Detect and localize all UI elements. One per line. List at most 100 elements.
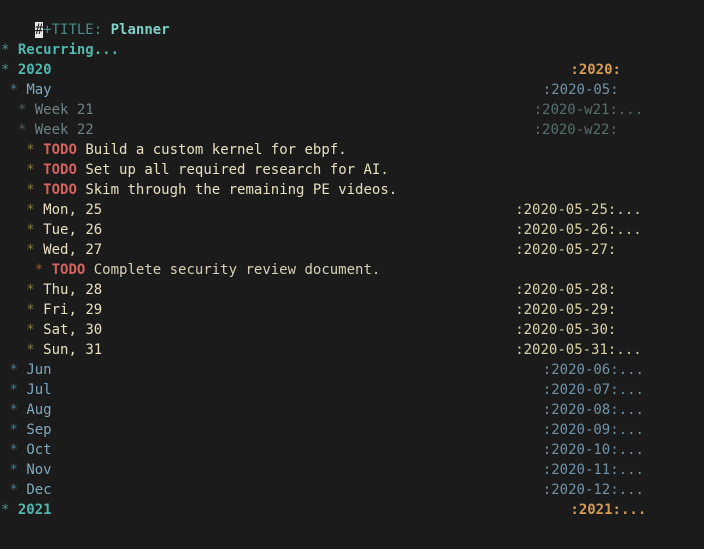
heading-bullet-icon[interactable]: * xyxy=(9,82,17,98)
bullet-space xyxy=(26,122,34,138)
todo-keyword[interactable]: TODO xyxy=(43,182,77,198)
heading-bullet-icon[interactable]: * xyxy=(26,142,34,158)
outline-row-day-sat-30[interactable]: * Sat, 30 :2020-05-30: xyxy=(0,320,704,340)
heading-bullet-icon[interactable]: * xyxy=(26,222,34,238)
heading-bullet-icon[interactable]: * xyxy=(26,162,34,178)
outline-row-year-2021[interactable]: * 2021:2021:... xyxy=(0,500,704,520)
outline-row-day-sun-31[interactable]: * Sun, 31:2020-05-31:... xyxy=(0,340,704,360)
outline-row-month-oct[interactable]: * Oct:2020-10:... xyxy=(0,440,704,460)
bullet-space xyxy=(43,262,51,278)
bullet-space xyxy=(26,102,34,118)
heading-text: Build a custom kernel for ebpf. xyxy=(85,142,347,158)
bullet-space xyxy=(35,182,43,198)
todo-keyword[interactable]: TODO xyxy=(43,162,77,178)
heading-text: Complete security review document. xyxy=(93,262,381,278)
outline-row-day-mon-25[interactable]: * Mon, 25 :2020-05-25:... xyxy=(0,200,704,220)
heading-tag[interactable]: :2020-05-29: xyxy=(515,300,616,320)
heading-text: Thu, 28 xyxy=(43,282,103,298)
heading-text: Recurring... xyxy=(17,42,120,58)
todo-keyword[interactable]: TODO xyxy=(52,262,86,278)
bullet-space xyxy=(35,242,43,258)
heading-tag[interactable]: :2020-05-27: xyxy=(515,240,616,260)
outline-row-month-jun[interactable]: * Jun:2020-06:... xyxy=(0,360,704,380)
outline-row-day-thu-28[interactable]: * Thu, 28 :2020-05-28: xyxy=(0,280,704,300)
outline-row-todo-kernel[interactable]: * TODO Build a custom kernel for ebpf. xyxy=(0,140,704,160)
heading-bullet-icon[interactable]: * xyxy=(26,342,34,358)
outline-row-month-jul[interactable]: * Jul:2020-07:... xyxy=(0,380,704,400)
heading-bullet-icon[interactable]: * xyxy=(9,442,17,458)
heading-text: Fri, 29 xyxy=(43,302,103,318)
outline-row-year-2020[interactable]: * 2020:2020: xyxy=(0,60,704,80)
todo-space xyxy=(85,262,93,278)
outline-row-month-sep[interactable]: * Sep :2020-09:... xyxy=(0,420,704,440)
heading-bullet-icon[interactable]: * xyxy=(26,302,34,318)
bullet-space xyxy=(9,502,17,518)
outline-row-week-21[interactable]: * Week 21:2020-w21:... xyxy=(0,100,704,120)
outline-row-day-wed-27[interactable]: * Wed, 27 :2020-05-27: xyxy=(0,240,704,260)
outline-row-month-dec[interactable]: * Dec:2020-12:... xyxy=(0,480,704,500)
bullet-space xyxy=(35,342,43,358)
outline-row-month-may[interactable]: * May:2020-05: xyxy=(0,80,704,100)
heading-bullet-icon[interactable]: * xyxy=(26,182,34,198)
outline-row-todo-research-ai[interactable]: * TODO Set up all required research for … xyxy=(0,160,704,180)
heading-text: Sep xyxy=(26,422,52,438)
heading-bullet-icon[interactable]: * xyxy=(26,322,34,338)
heading-text: Wed, 27 xyxy=(43,242,103,258)
heading-tag[interactable]: :2020-05-31:... xyxy=(515,340,641,360)
outline-row-todo-pe-videos[interactable]: * TODO Skim through the remaining PE vid… xyxy=(0,180,704,200)
outline-row-week-22[interactable]: * Week 22:2020-w22: xyxy=(0,120,704,140)
heading-tag[interactable]: :2020-05-25:... xyxy=(515,200,641,220)
heading-bullet-icon[interactable]: * xyxy=(9,382,17,398)
heading-bullet-icon[interactable]: * xyxy=(26,242,34,258)
heading-tag[interactable]: :2020-05: xyxy=(543,80,619,100)
outline-row-month-aug[interactable]: * Aug :2020-08:... xyxy=(0,400,704,420)
heading-bullet-icon[interactable]: * xyxy=(35,262,43,278)
heading-bullet-icon[interactable]: * xyxy=(9,402,17,418)
heading-bullet-icon[interactable]: * xyxy=(26,282,34,298)
outline-row-day-fri-29[interactable]: * Fri, 29 :2020-05-29: xyxy=(0,300,704,320)
bullet-space xyxy=(35,282,43,298)
outline-row-month-nov[interactable]: * Nov:2020-11:... xyxy=(0,460,704,480)
outline-row-recurring[interactable]: * Recurring... xyxy=(0,40,704,60)
title-line: #+TITLE: Planner xyxy=(0,0,704,38)
heading-text: Aug xyxy=(26,402,52,418)
heading-bullet-icon[interactable]: * xyxy=(9,422,17,438)
heading-tag[interactable]: :2020-w21:... xyxy=(534,100,644,120)
heading-bullet-icon[interactable]: * xyxy=(9,362,17,378)
heading-tag[interactable]: :2020-05-30: xyxy=(515,320,616,340)
heading-tag[interactable]: :2020-05-28: xyxy=(515,280,616,300)
org-buffer[interactable]: #+TITLE: Planner * Recurring... * 2020:20… xyxy=(0,0,704,549)
heading-tag[interactable]: :2020-09:... xyxy=(543,420,644,440)
todo-keyword[interactable]: TODO xyxy=(43,142,77,158)
outline-row-todo-security-review[interactable]: * TODO Complete security review document… xyxy=(0,260,704,280)
heading-text: Sat, 30 xyxy=(43,322,103,338)
bullet-space xyxy=(35,162,43,178)
outline-row-day-tue-26[interactable]: * Tue, 26 :2020-05-26:... xyxy=(0,220,704,240)
heading-tag[interactable]: :2020-11:... xyxy=(543,460,644,480)
heading-tag[interactable]: :2020-12:... xyxy=(543,480,644,500)
bullet-space xyxy=(35,142,43,158)
heading-text: Skim through the remaining PE videos. xyxy=(85,182,398,198)
heading-text: Set up all required research for AI. xyxy=(85,162,389,178)
heading-tag[interactable]: :2020-05-26:... xyxy=(515,220,641,240)
heading-bullet-icon[interactable]: * xyxy=(9,462,17,478)
heading-tag[interactable]: :2021:... xyxy=(570,500,646,520)
heading-bullet-icon[interactable]: * xyxy=(26,202,34,218)
heading-tag[interactable]: :2020: xyxy=(570,60,621,80)
heading-bullet-icon[interactable]: * xyxy=(9,482,17,498)
heading-text: Tue, 26 xyxy=(43,222,103,238)
heading-tag[interactable]: :2020-10:... xyxy=(543,440,644,460)
heading-tag[interactable]: :2020-w22: xyxy=(534,120,618,140)
heading-tag[interactable]: :2020-06:... xyxy=(543,360,644,380)
heading-tag[interactable]: :2020-07:... xyxy=(543,380,644,400)
heading-tag[interactable]: :2020-08:... xyxy=(543,400,644,420)
heading-text: Mon, 25 xyxy=(43,202,103,218)
